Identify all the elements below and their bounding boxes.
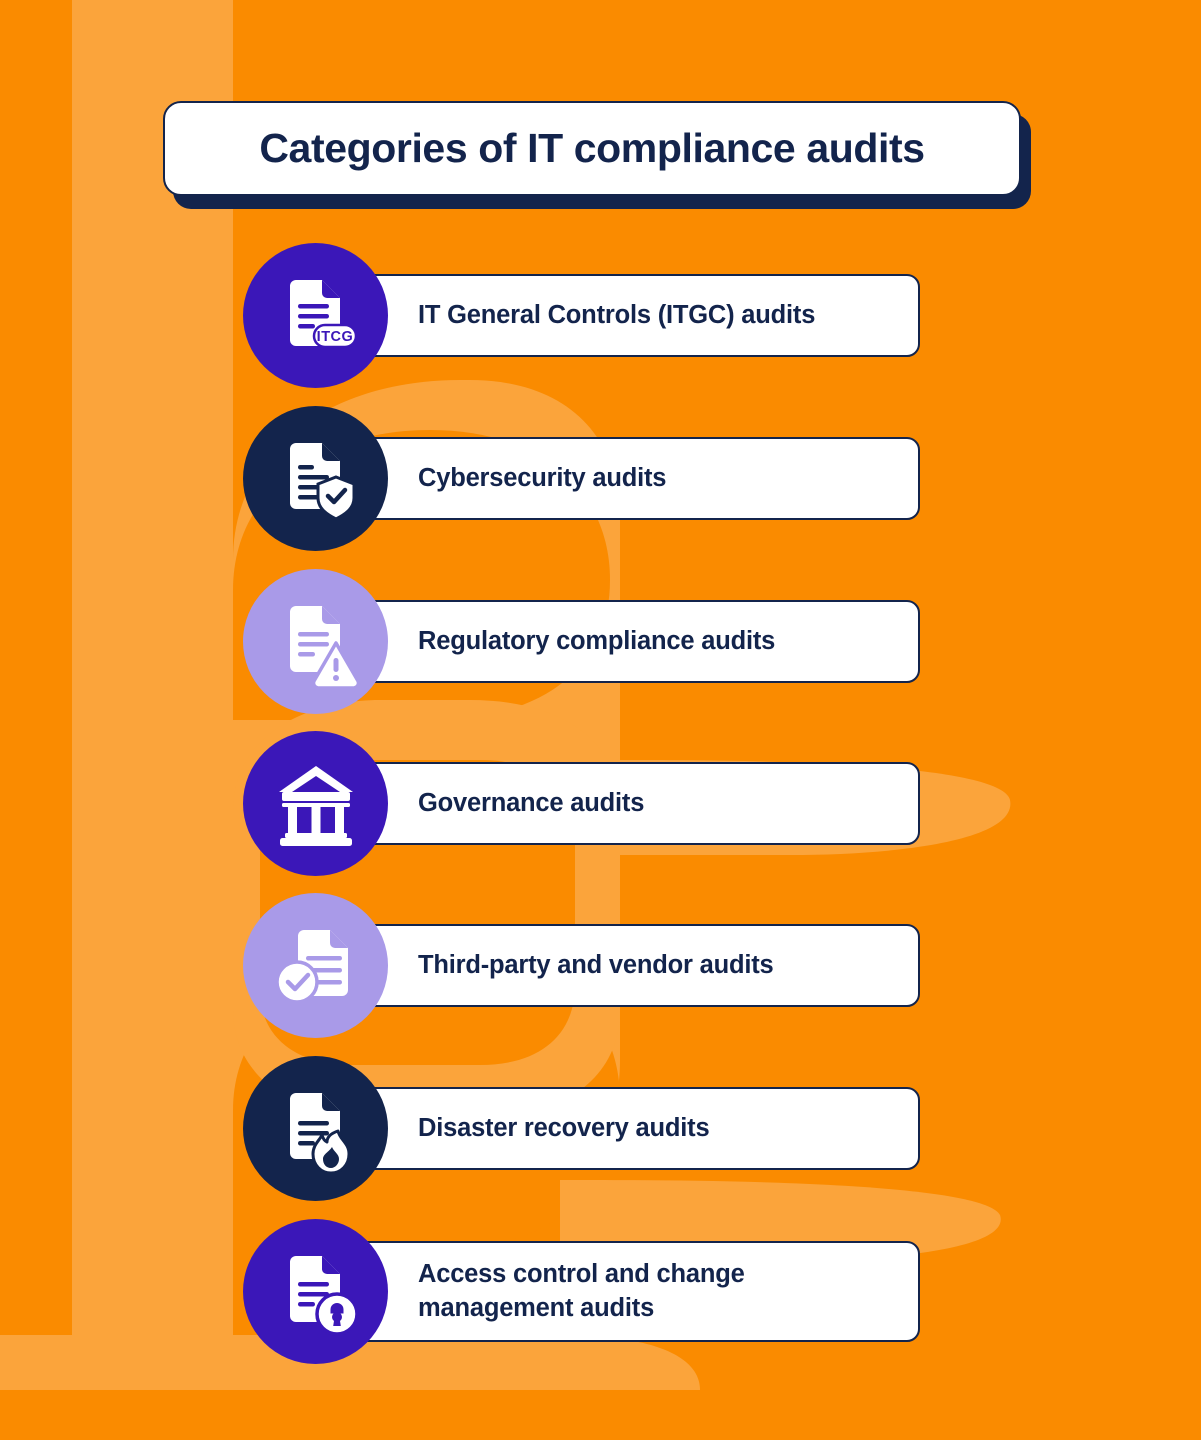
- category-card[interactable]: Access control and change management aud…: [315, 1241, 920, 1342]
- category-card[interactable]: Disaster recovery audits: [315, 1087, 920, 1170]
- list-item[interactable]: Third-party and vendor audits: [243, 893, 920, 1038]
- category-icon-circle: [243, 893, 388, 1038]
- category-card[interactable]: Third-party and vendor audits: [315, 924, 920, 1007]
- list-item[interactable]: Disaster recovery audits: [243, 1056, 920, 1201]
- list-item[interactable]: IT General Controls (ITGC) audits ITCG: [243, 243, 920, 388]
- category-icon-circle: [243, 569, 388, 714]
- document-warning-triangle-icon: [289, 605, 360, 688]
- category-icon-circle: [243, 406, 388, 551]
- category-icon-circle: [243, 1056, 388, 1201]
- document-shield-check-icon: [289, 442, 355, 521]
- category-icon-circle: [243, 1219, 388, 1364]
- list-item[interactable]: Regulatory compliance audits: [243, 569, 920, 714]
- category-label: Regulatory compliance audits: [418, 626, 776, 655]
- category-icon-circle: [243, 731, 388, 876]
- itcg-badge-text: ITCG: [316, 329, 353, 345]
- document-check-circle-icon: [274, 929, 348, 1004]
- document-lock-icon: [289, 1255, 359, 1336]
- document-itcg-badge-icon: ITCG: [289, 279, 357, 348]
- document-flame-icon: [289, 1092, 350, 1174]
- category-card[interactable]: Governance audits: [315, 762, 920, 845]
- list-item[interactable]: Cybersecurity audits: [243, 406, 920, 551]
- list-item[interactable]: Governance audits: [243, 731, 920, 876]
- category-card[interactable]: Regulatory compliance audits: [315, 600, 920, 683]
- bank-building-columns-icon: [278, 765, 353, 846]
- category-label: Access control and change management aud…: [418, 1260, 745, 1322]
- category-label: IT General Controls (ITGC) audits: [418, 300, 816, 329]
- category-label: Third-party and vendor audits: [418, 950, 774, 979]
- category-card[interactable]: IT General Controls (ITGC) audits: [315, 274, 920, 357]
- category-card[interactable]: Cybersecurity audits: [315, 437, 920, 520]
- audit-category-list: IT General Controls (ITGC) audits ITCG C…: [0, 0, 1201, 1440]
- infographic-canvas: Categories of IT compliance audits IT Ge…: [0, 0, 1201, 1440]
- category-icon-circle: ITCG: [243, 243, 388, 388]
- list-item[interactable]: Access control and change management aud…: [243, 1219, 920, 1364]
